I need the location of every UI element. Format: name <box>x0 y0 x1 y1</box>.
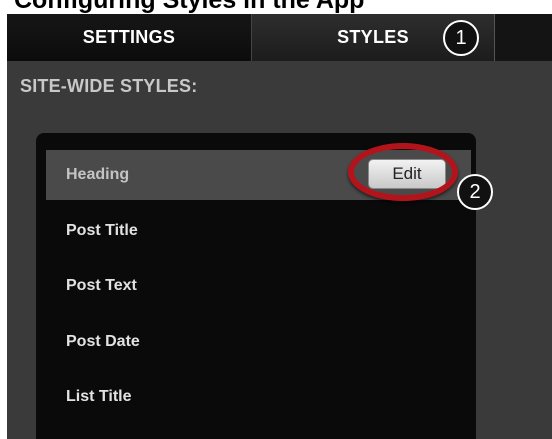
app-window: SETTINGS STYLES 1 SITE-WIDE STYLES: Head… <box>7 14 552 439</box>
tab-bar-filler <box>495 14 552 61</box>
section-title: SITE-WIDE STYLES: <box>20 76 198 96</box>
style-item-label: Post Date <box>66 333 140 350</box>
callout-marker-1: 1 <box>443 20 479 56</box>
style-item-label: Post Text <box>66 277 137 294</box>
style-item-label: Heading <box>66 166 130 183</box>
style-item-label: Post Title <box>66 222 138 239</box>
callout-marker-2: 2 <box>457 174 493 210</box>
tab-styles-label: STYLES <box>337 27 409 47</box>
styles-panel: Heading Edit Post Title Post Text Post D… <box>36 133 476 439</box>
style-item-list-title[interactable]: List Title <box>46 372 471 422</box>
edit-button[interactable]: Edit <box>368 159 446 189</box>
tab-settings[interactable]: SETTINGS <box>7 14 252 61</box>
cropped-heading-text: Configuring Styles in the App <box>14 0 365 14</box>
style-item-post-title[interactable]: Post Title <box>46 206 471 256</box>
style-item-post-text[interactable]: Post Text <box>46 261 471 311</box>
style-item-heading[interactable]: Heading Edit <box>46 143 471 201</box>
tab-settings-label: SETTINGS <box>82 27 176 47</box>
style-item-post-date[interactable]: Post Date <box>46 317 471 367</box>
style-item-label: List Title <box>66 388 132 405</box>
cropped-heading: Configuring Styles in the App <box>0 0 552 14</box>
